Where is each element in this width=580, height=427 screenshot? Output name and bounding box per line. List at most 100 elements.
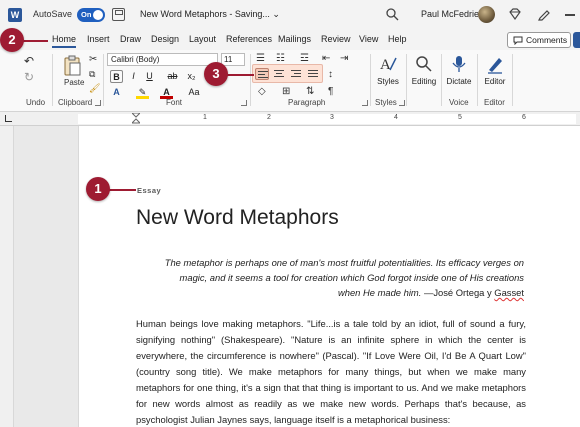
search-icon[interactable]: [385, 7, 399, 21]
epigraph-attribution: —José Ortega y: [421, 287, 495, 298]
clipboard-group-label: Clipboard: [58, 98, 93, 107]
styles-launcher[interactable]: [399, 100, 405, 106]
tab-help[interactable]: Help: [388, 34, 407, 44]
line-spacing-icon[interactable]: ↕: [328, 69, 333, 80]
align-right-icon[interactable]: [289, 68, 303, 80]
change-case-button[interactable]: Aa: [186, 86, 202, 99]
indent-marker-icon[interactable]: [132, 113, 140, 125]
word-app-icon: W: [8, 8, 22, 22]
tab-view[interactable]: View: [359, 34, 378, 44]
cut-icon[interactable]: ✂: [89, 54, 97, 65]
minimize-icon[interactable]: [565, 14, 575, 16]
underline-button[interactable]: U: [143, 70, 156, 83]
comment-icon: [513, 36, 523, 45]
ribbon: ↶ ↻ Undo Paste ✂ ⧉ 🖌 Clipboard Calibri (…: [0, 50, 580, 112]
autosave-toggle[interactable]: On: [77, 8, 105, 22]
styles-icon: A: [380, 57, 397, 73]
editor-label: Editor: [484, 77, 506, 86]
font-launcher[interactable]: [241, 100, 247, 106]
shading-icon[interactable]: ◇: [258, 86, 266, 97]
highlight-icon[interactable]: ✎: [136, 86, 149, 99]
styles-button[interactable]: A Styles: [375, 54, 401, 86]
document-heading[interactable]: New Word Metaphors: [136, 206, 339, 230]
horizontal-ruler[interactable]: 1 2 3 4 5 6: [0, 112, 580, 126]
voice-group-label: Voice: [449, 98, 469, 107]
tab-references[interactable]: References: [226, 34, 272, 44]
ruler-number: 3: [330, 114, 334, 121]
vertical-ruler[interactable]: [0, 126, 14, 427]
svg-text:A: A: [380, 57, 391, 73]
comments-button[interactable]: Comments: [507, 32, 571, 48]
sort-icon[interactable]: ⇅: [306, 86, 314, 97]
show-marks-icon[interactable]: ¶: [328, 86, 333, 97]
title-bar: W AutoSave On New Word Metaphors - Savin…: [0, 0, 580, 30]
callout-2: 2: [0, 28, 24, 52]
callout-1: 1: [86, 177, 110, 201]
editor-button[interactable]: Editor: [481, 54, 509, 86]
align-center-icon[interactable]: [272, 68, 286, 80]
paragraph-launcher[interactable]: [362, 100, 368, 106]
save-icon[interactable]: [112, 8, 125, 21]
callout-arrow: [108, 189, 136, 191]
styles-group-label: Styles: [375, 98, 397, 107]
share-button[interactable]: [573, 32, 580, 48]
redo-icon[interactable]: ↻: [24, 70, 34, 84]
borders-icon[interactable]: ⊞: [282, 86, 290, 97]
font-group-label: Font: [166, 98, 183, 107]
justify-icon[interactable]: [306, 68, 320, 80]
pen-icon[interactable]: [537, 7, 551, 21]
subscript-button[interactable]: x₂: [185, 70, 198, 83]
font-name-box[interactable]: Calibri (Body): [107, 53, 218, 66]
ruler-number: 4: [394, 114, 398, 121]
group-divider: [250, 54, 251, 106]
group-divider: [441, 54, 442, 106]
italic-button[interactable]: I: [127, 70, 140, 83]
group-divider: [370, 54, 371, 106]
dictate-button[interactable]: Dictate: [444, 54, 474, 86]
bold-button[interactable]: B: [110, 70, 123, 83]
group-divider: [103, 54, 104, 106]
diamond-icon[interactable]: [508, 7, 522, 21]
text-effects-icon[interactable]: A: [110, 86, 123, 99]
tab-mailings[interactable]: Mailings: [278, 34, 311, 44]
body-paragraph[interactable]: Human beings love making metaphors. "Lif…: [136, 316, 526, 427]
clipboard-launcher[interactable]: [95, 100, 101, 106]
tab-review[interactable]: Review: [321, 34, 351, 44]
editor-pen-icon: [488, 58, 502, 74]
document-title[interactable]: New Word Metaphors - Saving... ⌄: [140, 9, 280, 20]
epigraph[interactable]: The metaphor is perhaps one of man's mos…: [160, 255, 524, 300]
search-icon: [416, 56, 432, 72]
undo-group-label: Undo: [26, 98, 46, 107]
font-name-value: Calibri (Body): [111, 55, 160, 64]
tab-stop-selector[interactable]: [5, 115, 12, 122]
paste-label: Paste: [64, 78, 85, 87]
user-name[interactable]: Paul McFedries: [421, 9, 484, 19]
essay-label[interactable]: Essay: [137, 186, 161, 195]
autosave-state: On: [81, 10, 92, 19]
bullets-icon[interactable]: ☰: [256, 53, 265, 64]
editing-button[interactable]: Editing: [410, 54, 438, 86]
avatar[interactable]: [478, 6, 495, 23]
decrease-indent-icon[interactable]: ⇤: [322, 53, 330, 64]
ribbon-tabs: Home Insert Draw Design Layout Reference…: [0, 30, 580, 50]
tab-design[interactable]: Design: [151, 34, 179, 44]
multilevel-list-icon[interactable]: ☲: [300, 53, 309, 64]
copy-icon[interactable]: ⧉: [89, 69, 95, 80]
format-painter-icon[interactable]: 🖌: [89, 83, 100, 94]
tab-home[interactable]: Home: [52, 34, 77, 48]
strikethrough-button[interactable]: ab: [166, 70, 179, 83]
font-size-box[interactable]: 11: [221, 53, 245, 66]
tab-draw[interactable]: Draw: [120, 34, 141, 44]
numbering-icon[interactable]: ☷: [276, 53, 285, 64]
increase-indent-icon[interactable]: ⇥: [340, 53, 348, 64]
undo-icon[interactable]: ↶: [24, 54, 34, 68]
tab-insert[interactable]: Insert: [87, 34, 110, 44]
ruler-number: 1: [203, 114, 207, 121]
dictate-label: Dictate: [446, 77, 472, 86]
autosave-label: AutoSave: [33, 9, 73, 19]
tab-layout[interactable]: Layout: [189, 34, 216, 44]
ruler-area: [78, 114, 576, 124]
paste-icon[interactable]: [62, 54, 82, 76]
group-divider: [406, 54, 407, 106]
align-left-icon[interactable]: [255, 68, 269, 80]
